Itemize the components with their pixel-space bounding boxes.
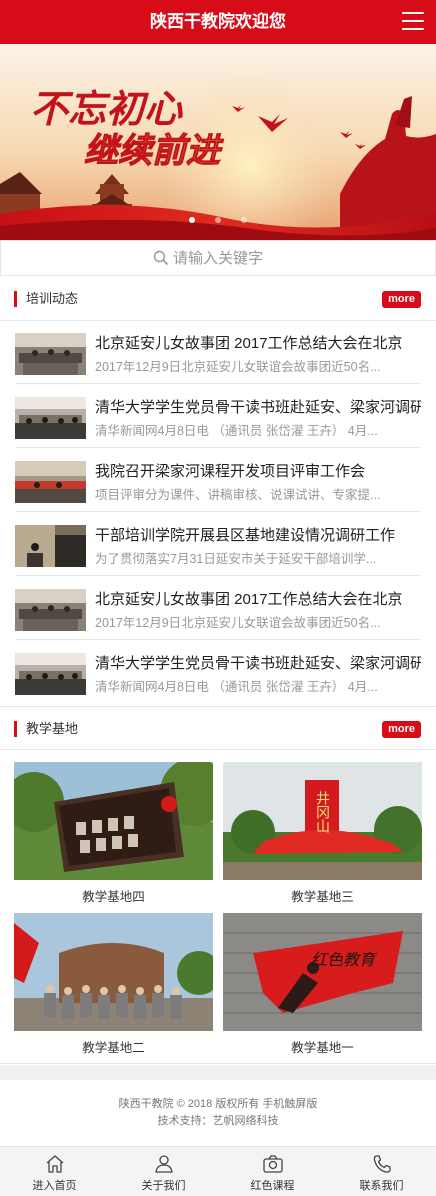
home-icon — [46, 1155, 63, 1173]
news-title: 北京延安儿女故事团 2017工作总结大会在北京 — [95, 335, 403, 352]
search-icon — [153, 250, 169, 266]
teaching-bases-grid: 教学基地四 井冈山 教学基地三 教学基地二 红色教育 教学基地一 — [0, 762, 436, 1064]
carousel-dot-1[interactable] — [188, 217, 195, 223]
banner-slogan-2: 继续前进 — [84, 131, 224, 171]
page-footer: 陕西干教院 © 2018 版权所有 手机触屏版 技术支持：艺帆网络科技 — [0, 1080, 436, 1146]
news-title: 北京延安儿女故事团 2017工作总结大会在北京 — [95, 591, 403, 608]
base-caption: 教学基地二 — [82, 1041, 145, 1055]
news-summary: 清华新闻网4月8日电 （通讯员 张岱濯 王卉） 4月... — [95, 424, 378, 438]
news-title: 干部培训学院开展县区基地建设情况调研工作 — [95, 527, 396, 544]
base-image: 红色教育 — [223, 913, 422, 1031]
base-caption: 教学基地三 — [291, 890, 354, 904]
banner-slogan-1: 不忘初心 — [30, 86, 183, 131]
carousel-dot-3[interactable] — [241, 217, 248, 223]
tab-label: 联系我们 — [359, 1180, 404, 1192]
news-summary: 2017年12月9日北京延安儿女联谊会故事团近50名... — [95, 360, 381, 374]
bases-more-button[interactable]: more — [382, 721, 421, 738]
section-marker — [14, 721, 17, 737]
footer-support[interactable]: 技术支持：艺帆网络科技 — [0, 1113, 436, 1130]
training-section-title: 培训动态 — [26, 291, 79, 306]
news-item[interactable]: 北京延安儿女故事团 2017工作总结大会在北京 2017年12月9日北京延安儿女… — [15, 320, 421, 384]
tab-red-courses[interactable]: 红色课程 — [218, 1147, 327, 1196]
sign-text: 井冈山 — [314, 791, 330, 833]
bases-section-title: 教学基地 — [26, 721, 79, 736]
base-card[interactable]: 教学基地四 — [14, 762, 213, 905]
base-caption: 教学基地一 — [291, 1041, 354, 1055]
news-thumbnail — [15, 397, 86, 439]
news-title: 我院召开梁家河课程开发项目评审工作会 — [95, 463, 366, 480]
tab-label: 关于我们 — [141, 1180, 186, 1192]
news-thumbnail — [15, 525, 86, 567]
sign-text: 红色教育 — [311, 950, 378, 969]
search-bar — [0, 240, 436, 276]
news-item[interactable]: 我院召开梁家河课程开发项目评审工作会 项目评审分为课件、讲稿审核、说课试讲、专家… — [15, 448, 421, 512]
news-thumbnail — [15, 589, 86, 631]
carousel-dots — [0, 210, 436, 228]
bases-section-header: 教学基地 more — [0, 706, 436, 750]
news-thumbnail — [15, 653, 86, 695]
top-header: 陕西干教院欢迎您 — [0, 0, 436, 44]
training-news-list: 北京延安儿女故事团 2017工作总结大会在北京 2017年12月9日北京延安儿女… — [0, 320, 436, 704]
news-thumbnail — [15, 461, 86, 503]
base-image: 井冈山 — [223, 762, 422, 880]
news-summary: 项目评审分为课件、讲稿审核、说课试讲、专家提... — [95, 488, 381, 502]
bottom-tab-bar: 进入首页 关于我们 红色课程 联系我们 — [0, 1146, 436, 1196]
base-card[interactable]: 红色教育 教学基地一 — [223, 913, 422, 1056]
phone-icon — [373, 1155, 391, 1173]
base-image — [14, 913, 213, 1031]
base-card[interactable]: 井冈山 教学基地三 — [223, 762, 422, 905]
section-divider — [0, 1065, 436, 1080]
news-summary: 为了贯彻落实7月31日延安市关于延安干部培训学... — [95, 552, 377, 566]
news-summary: 2017年12月9日北京延安儿女联谊会故事团近50名... — [95, 616, 381, 630]
news-item[interactable]: 干部培训学院开展县区基地建设情况调研工作 为了贯彻落实7月31日延安市关于延安干… — [15, 512, 421, 576]
news-thumbnail — [15, 333, 86, 375]
tab-label: 红色课程 — [250, 1180, 295, 1192]
footer-copyright: 陕西干教院 © 2018 版权所有 手机触屏版 — [118, 1098, 318, 1110]
news-item[interactable]: 清华大学学生党员骨干读书班赴延安、梁家河调研 清华新闻网4月8日电 （通讯员 张… — [15, 640, 421, 704]
carousel-dot-2[interactable] — [215, 217, 221, 223]
training-more-button[interactable]: more — [382, 291, 421, 308]
hero-banner[interactable]: 不忘初心 继续前进 — [0, 44, 436, 240]
section-marker — [14, 291, 17, 307]
base-image — [14, 762, 213, 880]
news-title: 清华大学学生党员骨干读书班赴延安、梁家河调研 — [95, 655, 421, 672]
camera-icon — [262, 1155, 283, 1173]
tab-home[interactable]: 进入首页 — [0, 1147, 109, 1196]
news-item[interactable]: 清华大学学生党员骨干读书班赴延安、梁家河调研 清华新闻网4月8日电 （通讯员 张… — [15, 384, 421, 448]
tab-contact[interactable]: 联系我们 — [327, 1147, 436, 1196]
news-title: 清华大学学生党员骨干读书班赴延安、梁家河调研 — [95, 399, 421, 416]
tab-about[interactable]: 关于我们 — [109, 1147, 218, 1196]
news-item[interactable]: 北京延安儿女故事团 2017工作总结大会在北京 2017年12月9日北京延安儿女… — [15, 576, 421, 640]
user-icon — [154, 1155, 173, 1173]
hamburger-icon[interactable] — [402, 12, 424, 32]
training-section-header: 培训动态 more — [0, 277, 436, 321]
search-input[interactable] — [173, 249, 283, 267]
news-summary: 清华新闻网4月8日电 （通讯员 张岱濯 王卉） 4月... — [95, 680, 378, 694]
base-card[interactable]: 教学基地二 — [14, 913, 213, 1056]
site-title: 陕西干教院欢迎您 — [150, 12, 286, 31]
tab-label: 进入首页 — [32, 1180, 77, 1192]
base-caption: 教学基地四 — [82, 890, 145, 904]
